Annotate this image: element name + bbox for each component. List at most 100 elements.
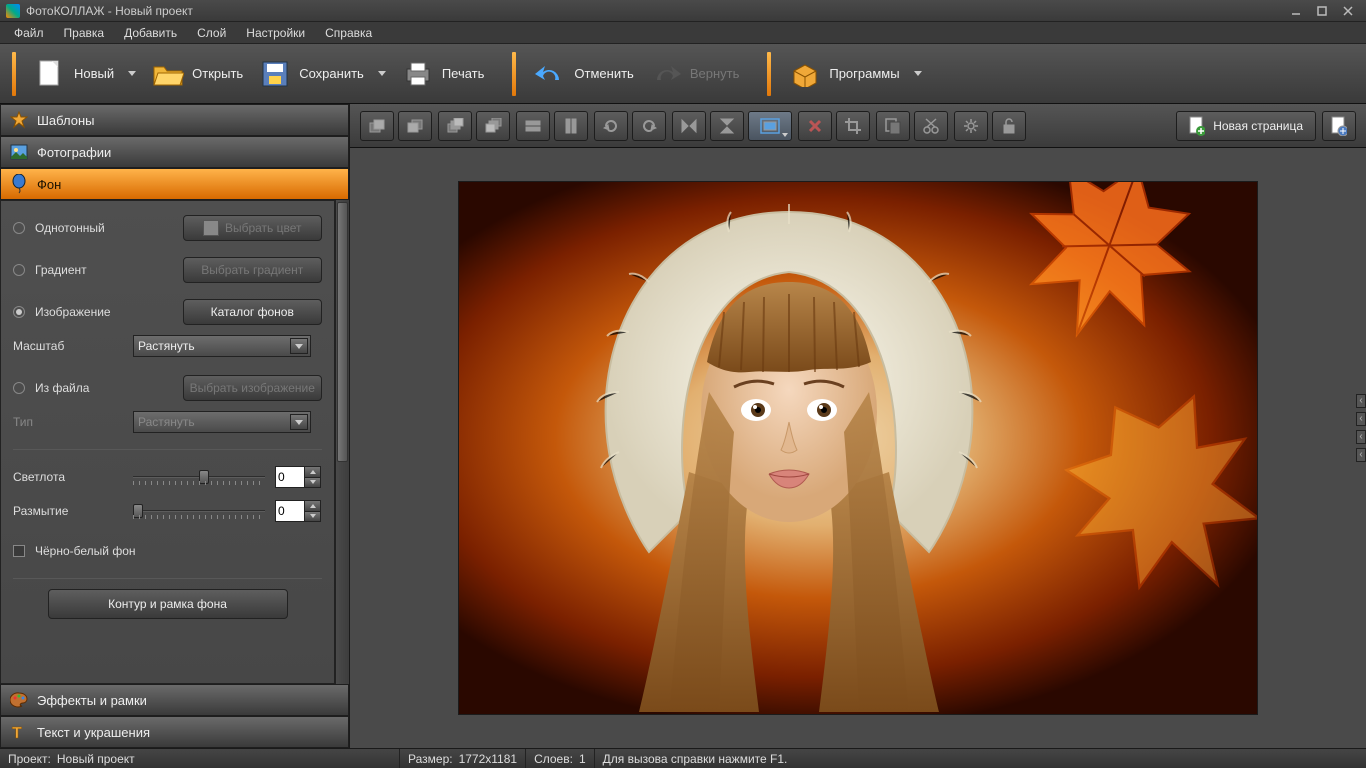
pick-image-button[interactable]: Выбрать изображение — [183, 375, 323, 401]
page-plus-icon — [1189, 116, 1205, 136]
lightness-spinner[interactable] — [275, 466, 321, 488]
type-label: Тип — [13, 415, 123, 429]
menu-edit[interactable]: Правка — [54, 23, 115, 43]
flip-v-button[interactable] — [710, 111, 744, 141]
blur-slider[interactable] — [133, 501, 265, 521]
undo-button[interactable]: Отменить — [526, 54, 641, 94]
print-icon — [402, 58, 434, 90]
status-help: Для вызова справки нажмите F1. — [603, 752, 788, 766]
sidebar-tab-background[interactable]: Фон — [0, 168, 349, 200]
print-button[interactable]: Печать — [394, 54, 493, 94]
copy-button[interactable] — [876, 111, 910, 141]
canvas-area: Новая страница — [350, 104, 1366, 748]
radio-from-file[interactable] — [13, 382, 25, 394]
scale-label: Масштаб — [13, 339, 123, 353]
align-v-button[interactable] — [554, 111, 588, 141]
redo-button[interactable]: Вернуть — [642, 54, 748, 94]
menu-file[interactable]: Файл — [4, 23, 54, 43]
blur-spinner[interactable] — [275, 500, 321, 522]
save-button[interactable]: Сохранить — [251, 54, 394, 94]
status-bar: Проект: Новый проект Размер: 1772x1181 С… — [0, 748, 1366, 768]
minimize-button[interactable] — [1284, 3, 1308, 19]
maximize-button[interactable] — [1310, 3, 1334, 19]
cut-button[interactable] — [914, 111, 948, 141]
side-handles[interactable] — [1356, 394, 1366, 462]
chevron-down-icon — [378, 71, 386, 76]
box-icon — [789, 58, 821, 90]
main-toolbar: Новый Открыть Сохранить Печать Отменить … — [0, 44, 1366, 104]
radio-gradient[interactable] — [13, 264, 25, 276]
radio-image[interactable] — [13, 306, 25, 318]
rotate-cw-button[interactable] — [632, 111, 666, 141]
close-button[interactable] — [1336, 3, 1360, 19]
type-combo: Растянуть — [133, 411, 311, 433]
blur-label: Размытие — [13, 504, 123, 518]
page-settings-button[interactable] — [1322, 111, 1356, 141]
fit-button[interactable] — [748, 111, 792, 141]
chevron-down-icon — [914, 71, 922, 76]
lock-button[interactable] — [992, 111, 1026, 141]
color-swatch-icon — [203, 220, 219, 236]
status-project-label: Проект: — [8, 752, 51, 766]
chevron-down-icon — [128, 71, 136, 76]
flip-h-button[interactable] — [672, 111, 706, 141]
programs-button[interactable]: Программы — [781, 54, 929, 94]
delete-button[interactable] — [798, 111, 832, 141]
text-icon: T — [9, 722, 29, 742]
open-button[interactable]: Открыть — [144, 54, 251, 94]
sidebar-tab-photos[interactable]: Фотографии — [0, 136, 349, 168]
canvas-toolbar: Новая страница — [350, 104, 1366, 148]
palette-icon — [9, 690, 29, 710]
divider — [13, 578, 322, 579]
menu-layer[interactable]: Слой — [187, 23, 236, 43]
rotate-ccw-button[interactable] — [594, 111, 628, 141]
window-title: ФотоКОЛЛАЖ - Новый проект — [26, 4, 1282, 18]
leaf-decoration-icon — [997, 332, 1258, 661]
canvas-viewport[interactable] — [350, 148, 1366, 748]
settings-button[interactable] — [954, 111, 988, 141]
title-bar: ФотоКОЛЛАЖ - Новый проект — [0, 0, 1366, 22]
redo-icon — [650, 58, 682, 90]
chevron-down-icon — [782, 133, 788, 137]
new-page-button[interactable]: Новая страница — [1176, 111, 1316, 141]
menu-help[interactable]: Справка — [315, 23, 382, 43]
svg-text:T: T — [12, 725, 22, 741]
menu-bar: Файл Правка Добавить Слой Настройки Спра… — [0, 22, 1366, 44]
scale-combo[interactable]: Растянуть — [133, 335, 311, 357]
backward-button[interactable] — [476, 111, 510, 141]
bw-checkbox[interactable] — [13, 545, 25, 557]
lightness-label: Светлота — [13, 470, 123, 484]
bring-front-button[interactable] — [360, 111, 394, 141]
app-logo-icon — [6, 4, 20, 18]
crop-button[interactable] — [836, 111, 870, 141]
lightness-slider[interactable] — [133, 467, 265, 487]
save-icon — [259, 58, 291, 90]
undo-icon — [534, 58, 566, 90]
pick-gradient-button[interactable]: Выбрать градиент — [183, 257, 323, 283]
sidebar-tab-templates[interactable]: Шаблоны — [0, 104, 349, 136]
status-size-label: Размер: — [408, 752, 453, 766]
chevron-down-icon — [290, 414, 308, 430]
status-size-value: 1772x1181 — [459, 752, 518, 766]
sidebar-tab-text[interactable]: T Текст и украшения — [0, 716, 349, 748]
send-back-button[interactable] — [398, 111, 432, 141]
radio-solid[interactable] — [13, 222, 25, 234]
new-button[interactable]: Новый — [26, 54, 144, 94]
menu-settings[interactable]: Настройки — [236, 23, 315, 43]
forward-button[interactable] — [438, 111, 472, 141]
status-project-value: Новый проект — [57, 752, 135, 766]
balloon-icon — [9, 174, 29, 194]
catalog-button[interactable]: Каталог фонов — [183, 299, 323, 325]
outline-frame-button[interactable]: Контур и рамка фона — [48, 589, 288, 619]
panel-scrollbar[interactable] — [335, 200, 349, 684]
chevron-down-icon — [290, 338, 308, 354]
pick-color-button[interactable]: Выбрать цвет — [183, 215, 323, 241]
background-panel: Однотонный Выбрать цвет Градиент Выбрать… — [0, 200, 335, 684]
folder-open-icon — [152, 58, 184, 90]
menu-add[interactable]: Добавить — [114, 23, 187, 43]
align-h-button[interactable] — [516, 111, 550, 141]
canvas[interactable] — [458, 181, 1258, 715]
status-layers-value: 1 — [579, 752, 586, 766]
sidebar-tab-effects[interactable]: Эффекты и рамки — [0, 684, 349, 716]
toolbar-separator-icon — [512, 52, 516, 96]
